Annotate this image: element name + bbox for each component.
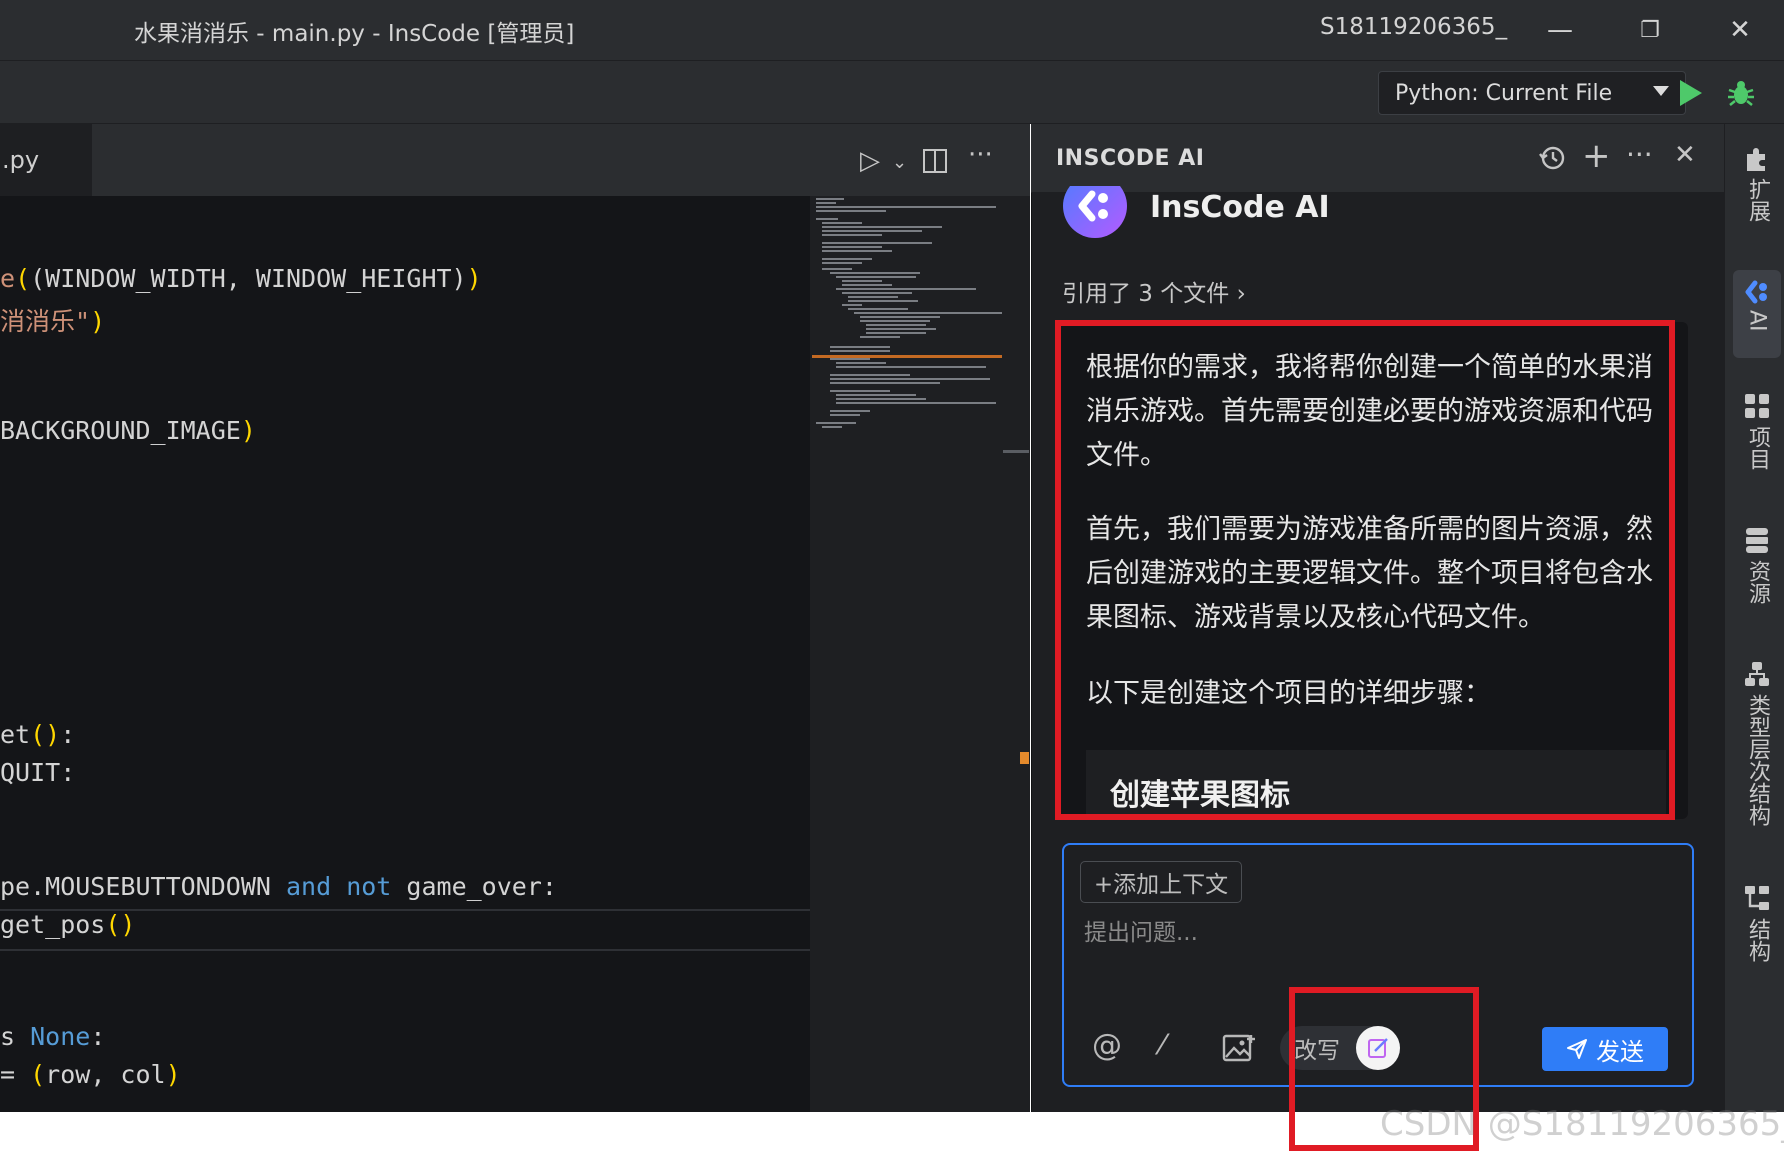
run-configuration-select[interactable]: Python: Current File [1378,71,1686,115]
account-name[interactable]: S18119206365_ [1320,14,1507,40]
tab-label: .py [2,146,40,174]
run-file-icon[interactable]: ▷ [860,146,880,176]
close-window-button[interactable]: ✕ [1700,0,1780,60]
cited-files-link[interactable]: 引用了 3 个文件 › [1062,274,1246,308]
send-button[interactable]: 发送 [1542,1027,1668,1071]
close-panel-icon[interactable]: ✕ [1674,140,1696,170]
current-line-highlight [0,909,810,951]
hierarchy-icon [1745,662,1769,686]
sidebar-item-type-hierarchy[interactable]: 类型层次结构 [1740,660,1774,826]
sidebar-item-project[interactable]: 项目 [1740,392,1774,470]
code-line: et(): [0,720,76,749]
code-line: = (row, col) [0,1060,181,1089]
scrollbar-thumb[interactable] [1003,450,1029,453]
sidebar-item-extensions[interactable]: 扩展 [1740,146,1774,222]
split-editor-icon[interactable] [922,148,948,174]
restore-button[interactable]: ❐ [1610,0,1690,60]
run-icon[interactable] [1680,80,1702,106]
sidebar-item-ai[interactable]: AI [1740,280,1774,332]
chevron-down-icon[interactable]: ⌄ [892,152,907,173]
code-line: 消消乐") [0,307,106,336]
image-upload-icon[interactable] [1222,1033,1256,1063]
ai-logo-icon [1745,280,1767,304]
code-line: QUIT: [0,758,76,787]
watermark: CSDN @S18119206365_ [1380,1104,1784,1144]
window-title: 水果消消乐 - main.py - InsCode [管理员] [134,21,575,47]
more-actions-icon[interactable]: ··· [1626,138,1653,171]
annotation-highlight-box [1055,320,1675,820]
warning-marker[interactable] [1020,752,1029,764]
ai-panel-title: INSCODE AI [1056,146,1205,171]
code-line: pe.MOUSEBUTTONDOWN and not game_over: [0,872,557,901]
history-icon[interactable] [1538,144,1566,172]
question-input[interactable] [1082,912,1646,954]
slash-command-icon[interactable]: ⁄ [1160,1028,1165,1061]
project-icon [1745,394,1769,418]
database-icon [1746,528,1768,553]
sidebar-item-structure[interactable]: 结构 [1740,884,1774,962]
chevron-down-icon [1653,86,1669,96]
send-label: 发送 [1596,1037,1644,1066]
inscode-ai-logo [1063,186,1127,238]
code-line: e((WINDOW_WIDTH, WINDOW_HEIGHT)) [0,264,482,293]
minimize-button[interactable]: — [1520,0,1600,60]
code-editor[interactable]: e((WINDOW_WIDTH, WINDOW_HEIGHT)) 消消乐") B… [0,196,810,1112]
sidebar-item-resources[interactable]: 资源 [1740,526,1774,604]
code-line: s None: [0,1022,106,1051]
run-configuration-label: Python: Current File [1395,80,1613,106]
editor-tab-main-py[interactable]: .py [0,124,92,196]
code-line: BACKGROUND_IMAGE) [0,416,256,445]
structure-icon [1745,886,1769,910]
add-context-button[interactable]: +添加上下文 [1080,861,1242,903]
debug-bug-icon[interactable] [1726,78,1756,108]
more-actions-icon[interactable]: ··· [968,140,993,170]
puzzle-icon [1747,148,1765,171]
assistant-name: InsCode AI [1150,190,1330,225]
mention-icon[interactable]: @ [1092,1028,1122,1063]
new-chat-icon[interactable]: + [1582,136,1611,176]
minimap[interactable] [812,196,1002,446]
send-icon [1567,1039,1587,1059]
